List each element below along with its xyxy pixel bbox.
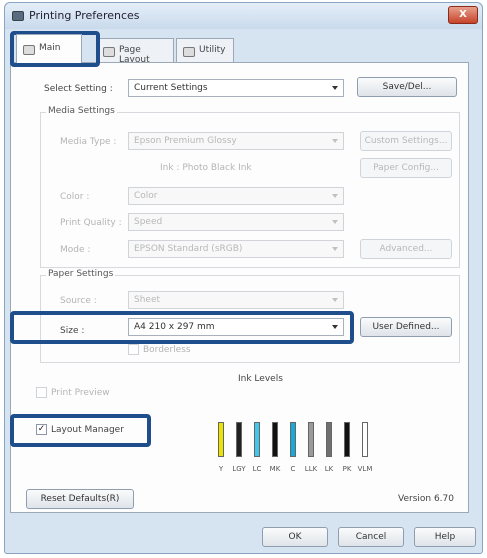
ink-level-bar (218, 422, 224, 457)
ink-levels-title: Ink Levels (238, 374, 283, 384)
advanced-button[interactable]: Advanced... (360, 239, 452, 259)
chevron-down-icon (332, 220, 338, 224)
window-title: Printing Preferences (29, 9, 140, 22)
media-type-value: Epson Premium Glossy (134, 136, 237, 146)
paper-settings-heading: Paper Settings (46, 269, 116, 279)
ink-level-label: LGY (232, 465, 246, 473)
borderless-label: Borderless (143, 344, 191, 355)
layout-manager-label: Layout Manager (51, 424, 124, 435)
driver-version: Version 6.70 (398, 494, 454, 504)
title-bar[interactable]: Printing Preferences X (5, 3, 482, 29)
ink-levels-panel: Y LGY LC MK C LLK LK PK VLM (214, 395, 378, 477)
source-dropdown[interactable]: Sheet (128, 291, 344, 309)
utility-tab-icon (183, 47, 195, 57)
size-label: Size : (60, 326, 85, 336)
ink-level-label: Y (218, 465, 224, 473)
ok-button[interactable]: OK (262, 527, 328, 547)
ink-note: Ink : Photo Black Ink (160, 163, 252, 173)
color-value: Color (134, 191, 158, 201)
chevron-down-icon (332, 298, 338, 302)
reset-defaults-button[interactable]: Reset Defaults(R) (26, 489, 134, 509)
chevron-down-icon (332, 194, 338, 198)
print-preview-checkbox[interactable]: Print Preview (36, 387, 110, 398)
select-setting-label: Select Setting : (44, 84, 113, 94)
size-dropdown[interactable]: A4 210 x 297 mm (128, 318, 344, 336)
ink-level-label: C (290, 465, 296, 473)
tab-page-layout[interactable]: Page Layout (96, 38, 174, 65)
media-type-label: Media Type : (60, 137, 117, 147)
print-preview-label: Print Preview (51, 387, 110, 398)
paper-config-button[interactable]: Paper Config... (360, 158, 452, 178)
main-tab-icon (23, 45, 35, 55)
borderless-checkbox-box[interactable] (128, 344, 139, 355)
layout-manager-checkbox-box[interactable]: ✓ (36, 424, 47, 435)
select-setting-value: Current Settings (134, 83, 208, 93)
printer-icon (12, 11, 24, 21)
user-defined-button[interactable]: User Defined... (360, 317, 452, 337)
ink-level-label: LK (324, 465, 334, 473)
mode-value: EPSON Standard (sRGB) (134, 244, 243, 254)
chevron-down-icon (332, 325, 338, 329)
ink-level-label: VLM (357, 465, 373, 473)
page-layout-tab-icon (103, 47, 115, 57)
mode-label: Mode : (60, 245, 91, 255)
print-quality-value: Speed (134, 217, 163, 227)
chevron-down-icon (332, 139, 338, 143)
color-dropdown[interactable]: Color (128, 187, 344, 205)
ink-level-bar (236, 422, 242, 457)
select-setting-dropdown[interactable]: Current Settings (128, 79, 344, 97)
color-label: Color : (60, 192, 90, 202)
chevron-down-icon (332, 247, 338, 251)
ink-level-bar (344, 422, 350, 457)
ink-level-label: PK (342, 465, 352, 473)
ink-level-label: LC (252, 465, 262, 473)
source-value: Sheet (134, 295, 161, 305)
ink-level-bar (254, 422, 260, 457)
ink-level-label: LLK (304, 465, 318, 473)
mode-dropdown[interactable]: EPSON Standard (sRGB) (128, 240, 344, 258)
ink-level-bar (272, 422, 278, 457)
ink-level-bar (290, 422, 296, 457)
ink-level-bar (326, 422, 332, 457)
borderless-checkbox[interactable]: Borderless (128, 344, 191, 355)
help-button[interactable]: Help (414, 527, 476, 547)
chevron-down-icon (332, 86, 338, 90)
layout-manager-checkbox[interactable]: ✓ Layout Manager (36, 424, 124, 435)
tab-utility[interactable]: Utility (176, 38, 234, 63)
ink-level-label: MK (269, 465, 281, 473)
source-label: Source : (60, 296, 97, 306)
media-settings-heading: Media Settings (46, 106, 117, 116)
print-quality-dropdown[interactable]: Speed (128, 213, 344, 231)
save-del-button[interactable]: Save/Del... (357, 77, 457, 97)
print-preview-checkbox-box[interactable] (36, 387, 47, 398)
custom-settings-button[interactable]: Custom Settings... (360, 131, 452, 151)
media-type-dropdown[interactable]: Epson Premium Glossy (128, 132, 344, 150)
tab-main-label: Main (39, 43, 61, 53)
cancel-button[interactable]: Cancel (338, 527, 404, 547)
tab-main[interactable]: Main (16, 34, 82, 63)
print-quality-label: Print Quality : (60, 218, 122, 228)
size-value: A4 210 x 297 mm (134, 322, 215, 332)
ink-level-bar (308, 422, 314, 457)
ink-level-bar (362, 422, 368, 457)
tab-utility-label: Utility (199, 45, 226, 55)
close-button[interactable]: X (448, 6, 478, 24)
